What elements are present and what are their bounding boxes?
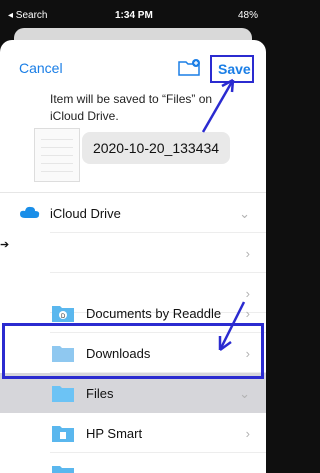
cloud-icon — [20, 206, 40, 218]
cancel-button[interactable]: Cancel — [19, 60, 63, 76]
arrow-down-icon — [218, 301, 246, 352]
chevron-right-icon: › — [245, 426, 250, 441]
location-label: Files — [86, 386, 114, 401]
save-destination-text: Item will be saved to “Files” on — [50, 92, 213, 106]
location-label: iCloud Drive — [50, 206, 121, 221]
arrow-right-icon: ➔ — [0, 239, 10, 251]
location-label: HP Smart — [86, 426, 143, 441]
svg-text:D: D — [61, 314, 66, 320]
chevron-right-icon: › — [245, 246, 250, 261]
folder-icon — [52, 386, 74, 402]
chevron-down-icon: ⌄ — [239, 206, 250, 221]
status-bar: ◂ Search 1:34 PM 48% — [0, 0, 266, 26]
folder-icon: D — [52, 306, 74, 322]
back-to-search[interactable]: ◂ Search — [8, 10, 47, 21]
file-thumbnail — [34, 128, 80, 182]
location-files[interactable]: Files ⌄ — [0, 373, 266, 413]
battery-level: 48% — [237, 10, 258, 21]
location-row[interactable]: › — [0, 233, 266, 273]
folder-icon — [52, 466, 74, 473]
location-icloud-drive[interactable]: iCloud Drive ⌄ — [0, 193, 266, 233]
location-hp-smart[interactable]: HP Smart › — [0, 413, 266, 453]
save-destination-text-2: iCloud Drive. — [50, 109, 119, 123]
folder-icon — [52, 426, 74, 442]
arrow-up-icon — [201, 78, 235, 133]
location-label: Documents by Readdle — [86, 306, 222, 321]
status-time: 1:34 PM — [115, 10, 153, 21]
location-row[interactable] — [0, 453, 266, 473]
chevron-down-icon: ⌄ — [239, 386, 250, 401]
